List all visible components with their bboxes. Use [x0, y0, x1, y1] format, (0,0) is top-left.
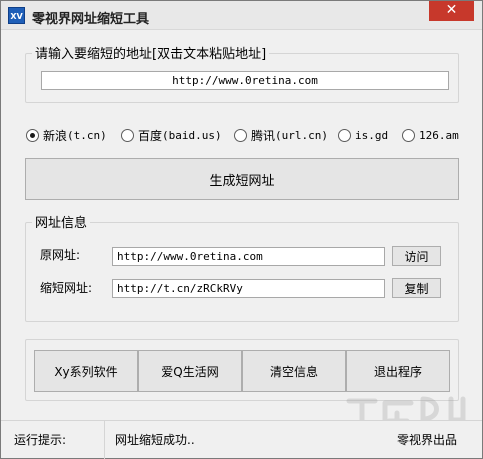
short-url-label: 缩短网址:	[40, 281, 93, 295]
status-message: 网址缩短成功..	[115, 433, 195, 447]
status-bar: 运行提示: 网址缩短成功.. 零视界出品	[1, 420, 482, 459]
radio-tencent[interactable]: 腾讯 (url.cn)	[234, 127, 328, 143]
status-label: 运行提示:	[14, 433, 67, 447]
credit-text: 零视界出品	[397, 433, 458, 447]
info-group	[25, 222, 459, 322]
xy-software-button[interactable]: Xy系列软件	[34, 350, 138, 392]
radio-126am[interactable]: 126.am	[402, 127, 459, 143]
app-window: XV 零视界网址缩短工具 ✕ 请输入要缩短的地址[双击文本粘贴地址] 新浪(t.…	[0, 0, 483, 459]
input-group-label: 请输入要缩短的地址[双击文本粘贴地址]	[32, 43, 270, 62]
copy-button[interactable]: 复制	[392, 278, 441, 298]
short-url-field[interactable]	[112, 279, 385, 298]
aiq-life-button[interactable]: 爱Q生活网	[138, 350, 242, 392]
generate-short-url-button[interactable]: 生成短网址	[25, 158, 459, 200]
radio-dot-sina	[26, 128, 39, 142]
clear-info-button[interactable]: 清空信息	[242, 350, 346, 392]
long-url-input[interactable]	[41, 71, 449, 90]
close-button[interactable]: ✕	[429, 1, 474, 21]
info-group-label: 网址信息	[32, 212, 91, 231]
radio-dot-baidu	[121, 128, 134, 142]
window-title: 零视界网址缩短工具	[32, 12, 150, 27]
title-bar[interactable]: XV 零视界网址缩短工具 ✕	[1, 1, 482, 30]
app-icon: XV	[8, 7, 25, 24]
exit-button[interactable]: 退出程序	[346, 350, 450, 392]
radio-dot-isgd	[338, 128, 351, 142]
original-url-field[interactable]	[112, 247, 385, 266]
original-url-label: 原网址:	[40, 248, 81, 262]
radio-dot-tencent	[234, 128, 247, 142]
radio-baidu[interactable]: 百度 (baid.us)	[121, 127, 222, 143]
status-separator	[104, 421, 105, 459]
radio-dot-126am	[402, 128, 415, 142]
radio-sina[interactable]: 新浪 (t.cn)	[26, 127, 107, 143]
visit-button[interactable]: 访问	[392, 246, 441, 266]
radio-isgd[interactable]: is.gd	[338, 127, 388, 143]
